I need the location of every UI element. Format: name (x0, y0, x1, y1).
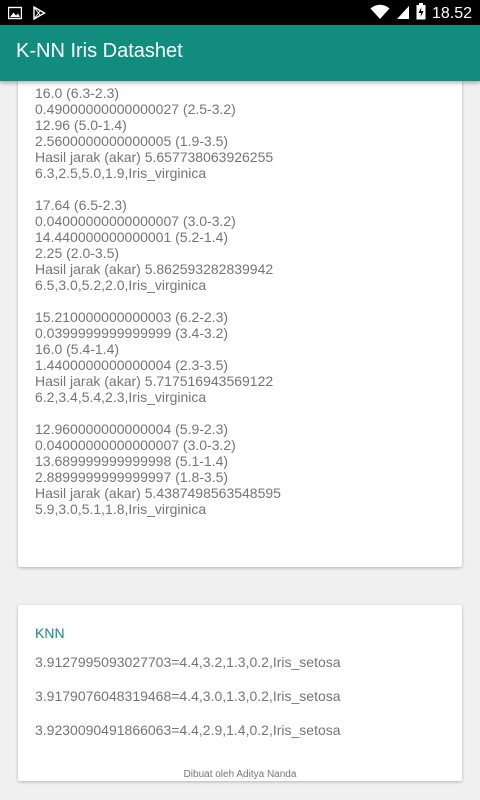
app-bar: K-NN Iris Datashet (0, 25, 480, 81)
result-line: 12.960000000000004 (5.9-2.3) (35, 421, 229, 437)
result-group: 15.210000000000003 (6.2-2.3) 0.0399999999… (35, 309, 462, 405)
distance-results-card[interactable]: 16.0 (6.3-2.3) 0.49000000000000027 (2.5-3… (18, 70, 462, 567)
battery-icon (416, 3, 426, 24)
footer-credit: Dibuat oleh Aditya Nanda (183, 769, 297, 780)
result-line: 15.210000000000003 (6.2-2.3) (35, 309, 229, 325)
result-line: Hasil jarak (akar) 5.657738063926255 (35, 149, 274, 165)
image-icon (7, 5, 23, 24)
result-line: 17.64 (6.5-2.3) (35, 197, 127, 213)
result-group: 17.64 (6.5-2.3) 0.04000000000000007 (3.0-… (35, 197, 462, 293)
result-line: 5.9,3.0,5.1,1.8,Iris_virginica (35, 501, 207, 517)
result-line: 0.0399999999999999 (3.4-3.2) (35, 325, 229, 341)
status-time: 18.52 (431, 4, 472, 22)
result-line: 6.2,3.4,5.4,2.3,Iris_virginica (35, 389, 207, 405)
result-line: 0.49000000000000027 (2.5-3.2) (35, 101, 236, 117)
result-line: 2.5600000000000005 (1.9-3.5) (35, 133, 229, 149)
result-line: Hasil jarak (akar) 5.717516943569122 (35, 373, 274, 389)
distance-results-list: 16.0 (6.3-2.3) 0.49000000000000027 (2.5-3… (18, 70, 462, 517)
knn-card: KNN 3.9127995093027703=4.4,3.2,1.3,0.2,I… (18, 605, 462, 781)
result-line: 0.04000000000000007 (3.0-3.2) (35, 213, 236, 229)
knn-title: KNN (35, 625, 65, 641)
result-line: 1.4400000000000004 (2.3-3.5) (35, 357, 229, 373)
result-group: 12.960000000000004 (5.9-2.3) 0.0400000000… (35, 421, 462, 517)
result-line: Hasil jarak (akar) 5.862593282839942 (35, 261, 274, 277)
signal-icon (396, 4, 410, 24)
result-line: 16.0 (6.3-2.3) (35, 85, 120, 101)
app-title: K-NN Iris Datashet (16, 40, 183, 62)
knn-item: 3.9179076048319468=4.4,3.0,1.3,0.2,Iris_… (35, 688, 341, 704)
wifi-icon (370, 4, 390, 24)
result-line: 6.5,3.0,5.2,2.0,Iris_virginica (35, 277, 207, 293)
knn-results-list: 3.9127995093027703=4.4,3.2,1.3,0.2,Iris_… (35, 654, 341, 756)
result-line: Hasil jarak (akar) 5.4387498563548595 (35, 485, 281, 501)
result-line: 13.689999999999998 (5.1-1.4) (35, 453, 229, 469)
result-group: 16.0 (6.3-2.3) 0.49000000000000027 (2.5-3… (35, 85, 462, 181)
result-line: 0.04000000000000007 (3.0-3.2) (35, 437, 236, 453)
result-line: 14.440000000000001 (5.2-1.4) (35, 229, 229, 245)
result-line: 6.3,2.5,5.0,1.9,Iris_virginica (35, 165, 207, 181)
knn-item: 3.9127995093027703=4.4,3.2,1.3,0.2,Iris_… (35, 654, 341, 670)
result-line: 12.96 (5.0-1.4) (35, 117, 127, 133)
result-line: 16.0 (5.4-1.4) (35, 341, 120, 357)
knn-item: 3.9230090491866063=4.4,2.9,1.4,0.2,Iris_… (35, 722, 341, 738)
result-line: 2.25 (2.0-3.5) (35, 245, 120, 261)
status-bar: 18.52 (0, 0, 480, 25)
play-store-icon (32, 5, 46, 24)
result-line: 2.8899999999999997 (1.8-3.5) (35, 469, 229, 485)
